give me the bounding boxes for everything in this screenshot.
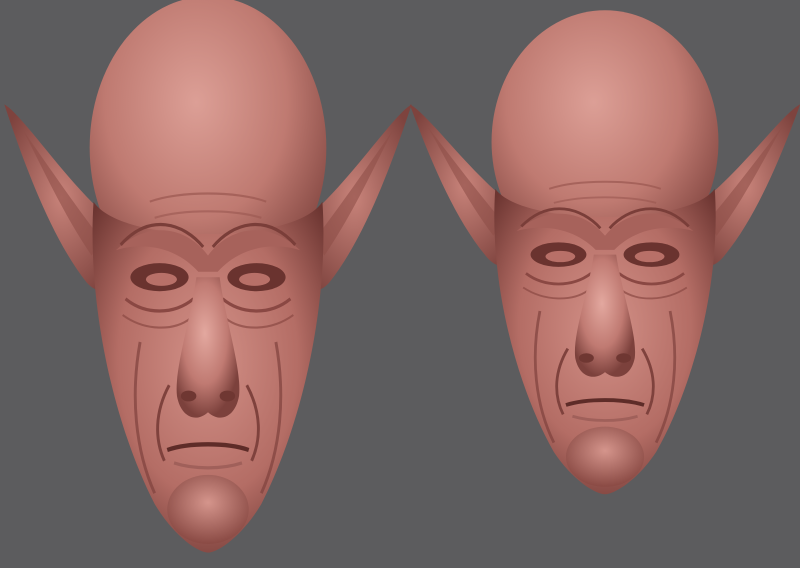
sculpt-viewport [0,0,800,568]
render-canvas [0,0,800,568]
